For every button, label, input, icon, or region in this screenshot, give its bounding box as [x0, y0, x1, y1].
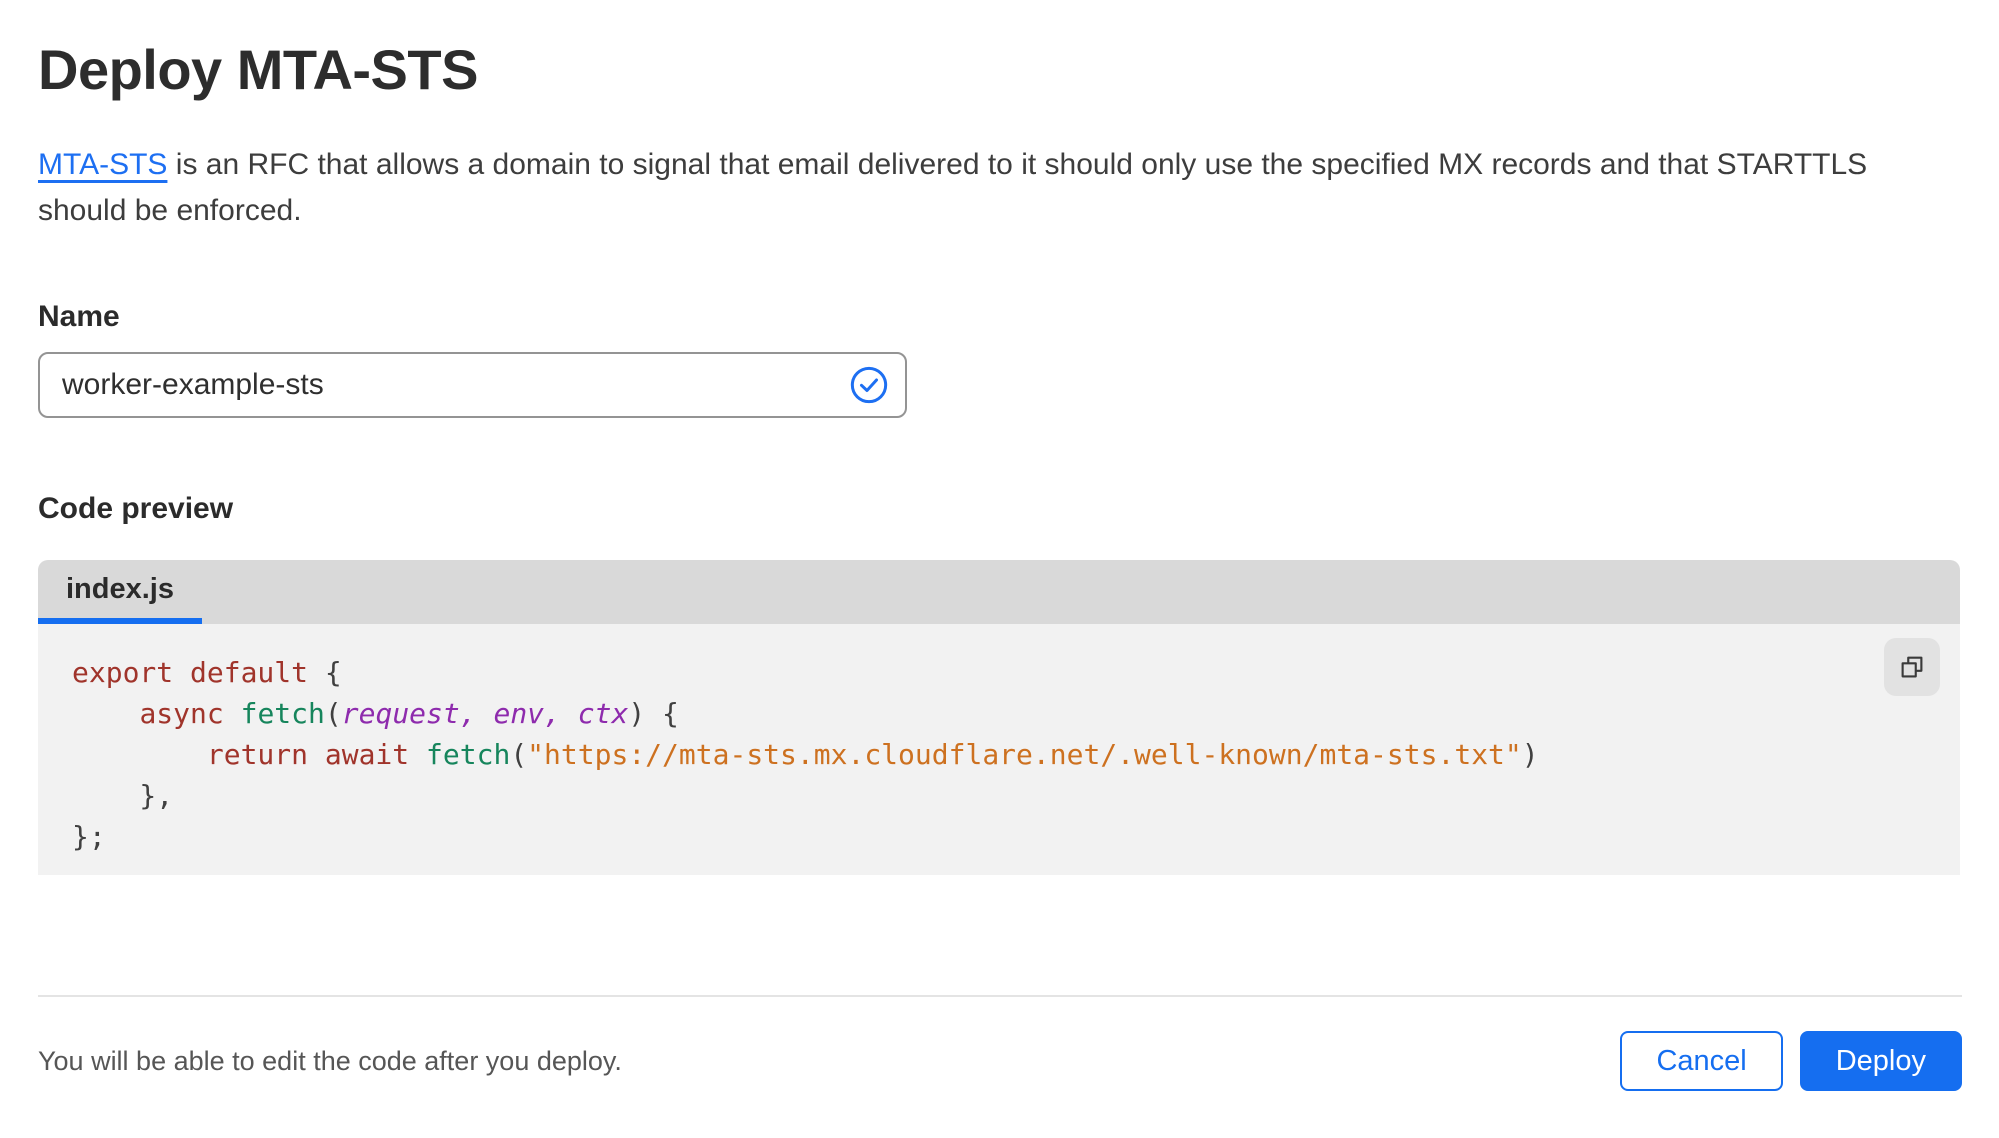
tab-index-js[interactable]: index.js: [38, 560, 202, 625]
name-field: Name: [38, 300, 1961, 419]
code-line: async fetch(request, env, ctx) {: [139, 697, 679, 731]
copy-button[interactable]: [1884, 638, 1940, 697]
code-preview-label: Code preview: [38, 492, 234, 526]
footer-bar: You will be able to edit the code after …: [38, 1031, 1962, 1092]
code-line: },: [72, 779, 174, 813]
footer-divider: [38, 995, 1962, 998]
code-preview-block: index.js export default { async fetch(re…: [38, 560, 1960, 876]
name-label: Name: [38, 300, 120, 334]
tab-index-js-label: index.js: [66, 572, 174, 605]
copy-icon: [1901, 656, 1923, 678]
footer-actions: Cancel Deploy: [1620, 1031, 1962, 1092]
code-tab-bar: index.js: [38, 560, 1960, 625]
page-title: Deploy MTA-STS: [38, 38, 478, 101]
code-line: export default {: [72, 656, 342, 690]
code-preview-section: Code preview index.js export default { a…: [38, 492, 1961, 876]
code-line: return await fetch("https://mta-sts.mx.c…: [206, 738, 1539, 772]
code-content: export default { async fetch(request, en…: [72, 652, 1960, 857]
name-input-wrapper: [38, 352, 907, 419]
code-editor-area: export default { async fetch(request, en…: [38, 624, 1960, 876]
cancel-button[interactable]: Cancel: [1620, 1031, 1783, 1092]
page-description-text: is an RFC that allows a domain to signal…: [38, 148, 1868, 228]
page-description: MTA-STS is an RFC that allows a domain t…: [38, 142, 1918, 234]
mta-sts-link[interactable]: MTA-STS: [38, 148, 167, 181]
deploy-mta-sts-page: Deploy MTA-STS MTA-STS is an RFC that al…: [0, 0, 1999, 1092]
footer-note: You will be able to edit the code after …: [38, 1045, 622, 1076]
name-input[interactable]: [38, 352, 907, 419]
deploy-button[interactable]: Deploy: [1799, 1031, 1962, 1092]
code-line: };: [72, 820, 106, 854]
